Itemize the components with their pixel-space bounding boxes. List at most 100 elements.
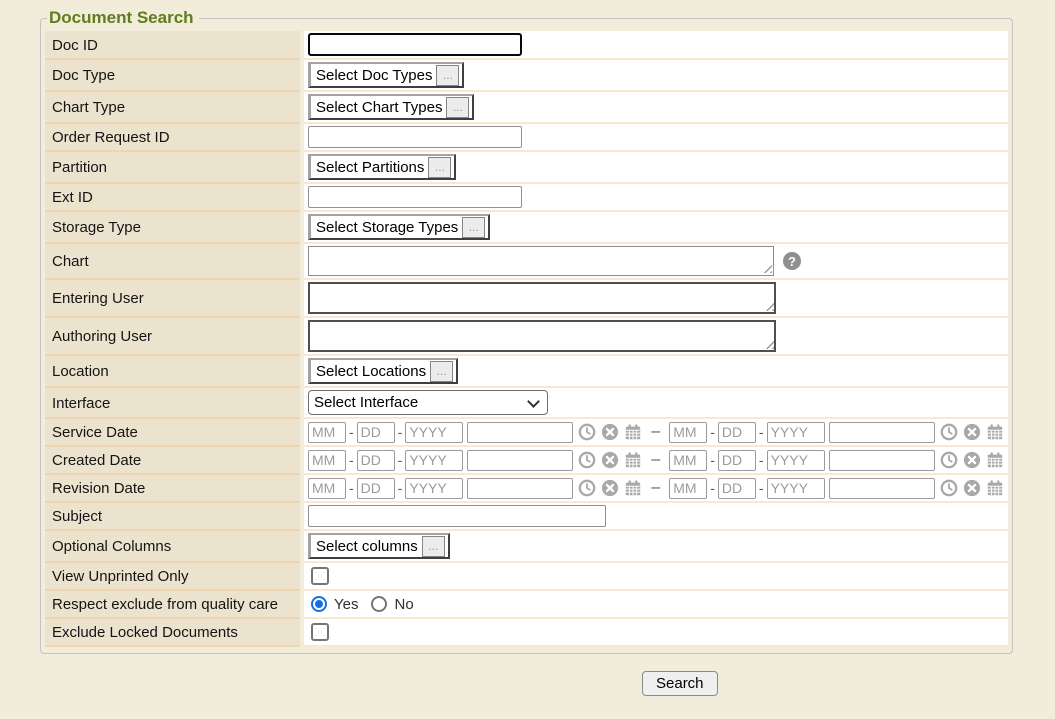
radio-label-yes: Yes — [334, 596, 358, 613]
radio-label-no: No — [394, 596, 413, 613]
interface-select[interactable]: Select Interface — [308, 390, 548, 415]
service-date-from-time-input[interactable] — [467, 422, 573, 443]
revision-date-to-year-input[interactable] — [767, 478, 825, 499]
clock-icon[interactable] — [578, 423, 596, 441]
created-date-from-month-input[interactable] — [308, 450, 346, 471]
created-date-to-time-input[interactable] — [829, 450, 935, 471]
service-date-from-year-input[interactable] — [405, 422, 463, 443]
row-service-date: Service Date - - – - - — [45, 419, 1008, 447]
clear-icon[interactable] — [963, 451, 981, 469]
row-interface: Interface Select Interface — [45, 388, 1008, 419]
calendar-icon[interactable] — [624, 451, 642, 469]
doc-id-input[interactable] — [308, 33, 522, 56]
view-unprinted-only-checkbox[interactable] — [311, 567, 329, 585]
optional-columns-picker[interactable]: Select columns ... — [308, 533, 450, 559]
field-label: Subject — [45, 503, 300, 531]
authoring-user-textarea[interactable] — [308, 320, 776, 352]
chart-type-picker[interactable]: Select Chart Types ... — [308, 94, 474, 120]
field-label: Doc ID — [45, 31, 300, 60]
clear-icon[interactable] — [601, 479, 619, 497]
ellipsis-button[interactable]: ... — [446, 97, 469, 118]
date-separator: - — [710, 480, 715, 496]
row-partition: Partition Select Partitions ... — [45, 152, 1008, 184]
clock-icon[interactable] — [578, 479, 596, 497]
revision-date-from-time-input[interactable] — [467, 478, 573, 499]
entering-user-textarea[interactable] — [308, 282, 776, 314]
service-date-to-time-input[interactable] — [829, 422, 935, 443]
service-date-to-day-input[interactable] — [718, 422, 756, 443]
date-separator: - — [398, 452, 403, 468]
created-date-to-year-input[interactable] — [767, 450, 825, 471]
search-button[interactable]: Search — [642, 671, 718, 696]
subject-input[interactable] — [308, 505, 606, 527]
picker-text: Select Doc Types — [316, 67, 432, 84]
revision-date-to-day-input[interactable] — [718, 478, 756, 499]
date-range-separator: – — [651, 451, 660, 469]
quality-care-yes-radio[interactable] — [311, 596, 327, 612]
service-date-to-year-input[interactable] — [767, 422, 825, 443]
field-label: Storage Type — [45, 212, 300, 244]
clock-icon[interactable] — [940, 451, 958, 469]
revision-date-to-time-input[interactable] — [829, 478, 935, 499]
doc-type-picker[interactable]: Select Doc Types ... — [308, 62, 464, 88]
created-date-to-day-input[interactable] — [718, 450, 756, 471]
clear-icon[interactable] — [601, 423, 619, 441]
quality-care-no-radio[interactable] — [371, 596, 387, 612]
row-chart-type: Chart Type Select Chart Types ... — [45, 92, 1008, 124]
row-exclude-locked-documents: Exclude Locked Documents — [45, 619, 1008, 647]
field-label: Partition — [45, 152, 300, 184]
help-icon[interactable]: ? — [783, 252, 801, 270]
row-optional-columns: Optional Columns Select columns ... — [45, 531, 1008, 563]
ellipsis-button[interactable]: ... — [436, 65, 459, 86]
clear-icon[interactable] — [963, 479, 981, 497]
date-separator: - — [349, 452, 354, 468]
clock-icon[interactable] — [578, 451, 596, 469]
created-date-from-time-input[interactable] — [467, 450, 573, 471]
picker-text: Select Locations — [316, 363, 426, 380]
calendar-icon[interactable] — [986, 451, 1004, 469]
order-request-id-input[interactable] — [308, 126, 522, 148]
service-date-to-month-input[interactable] — [669, 422, 707, 443]
storage-type-picker[interactable]: Select Storage Types ... — [308, 214, 490, 240]
calendar-icon[interactable] — [986, 423, 1004, 441]
calendar-icon[interactable] — [986, 479, 1004, 497]
revision-date-from-year-input[interactable] — [405, 478, 463, 499]
calendar-icon[interactable] — [624, 479, 642, 497]
calendar-icon[interactable] — [624, 423, 642, 441]
revision-date-from-month-input[interactable] — [308, 478, 346, 499]
ellipsis-button[interactable]: ... — [462, 217, 485, 238]
ellipsis-button[interactable]: ... — [430, 361, 453, 382]
location-picker[interactable]: Select Locations ... — [308, 358, 458, 384]
created-date-from-day-input[interactable] — [357, 450, 395, 471]
clear-icon[interactable] — [963, 423, 981, 441]
clock-icon[interactable] — [940, 423, 958, 441]
ext-id-input[interactable] — [308, 186, 522, 208]
created-date-from-year-input[interactable] — [405, 450, 463, 471]
created-date-to-month-input[interactable] — [669, 450, 707, 471]
picker-text: Select Partitions — [316, 159, 424, 176]
ellipsis-button[interactable]: ... — [422, 536, 445, 557]
date-separator: - — [759, 452, 764, 468]
field-label: Chart Type — [45, 92, 300, 124]
field-label: Chart — [45, 244, 300, 280]
date-separator: - — [710, 424, 715, 440]
ellipsis-button[interactable]: ... — [428, 157, 451, 178]
date-separator: - — [398, 424, 403, 440]
row-doc-type: Doc Type Select Doc Types ... — [45, 60, 1008, 92]
field-label: Interface — [45, 388, 300, 419]
service-date-from-month-input[interactable] — [308, 422, 346, 443]
field-label: Location — [45, 356, 300, 388]
clear-icon[interactable] — [601, 451, 619, 469]
partition-picker[interactable]: Select Partitions ... — [308, 154, 456, 180]
row-entering-user: Entering User — [45, 280, 1008, 318]
field-label: Optional Columns — [45, 531, 300, 563]
row-chart: Chart ? — [45, 244, 1008, 280]
exclude-locked-documents-checkbox[interactable] — [311, 623, 329, 641]
field-label: Order Request ID — [45, 124, 300, 152]
clock-icon[interactable] — [940, 479, 958, 497]
service-date-from-day-input[interactable] — [357, 422, 395, 443]
revision-date-to-month-input[interactable] — [669, 478, 707, 499]
revision-date-from-day-input[interactable] — [357, 478, 395, 499]
chart-textarea[interactable] — [308, 246, 774, 276]
document-search-form: Document Search Doc ID Doc Type Select D… — [40, 8, 1013, 654]
